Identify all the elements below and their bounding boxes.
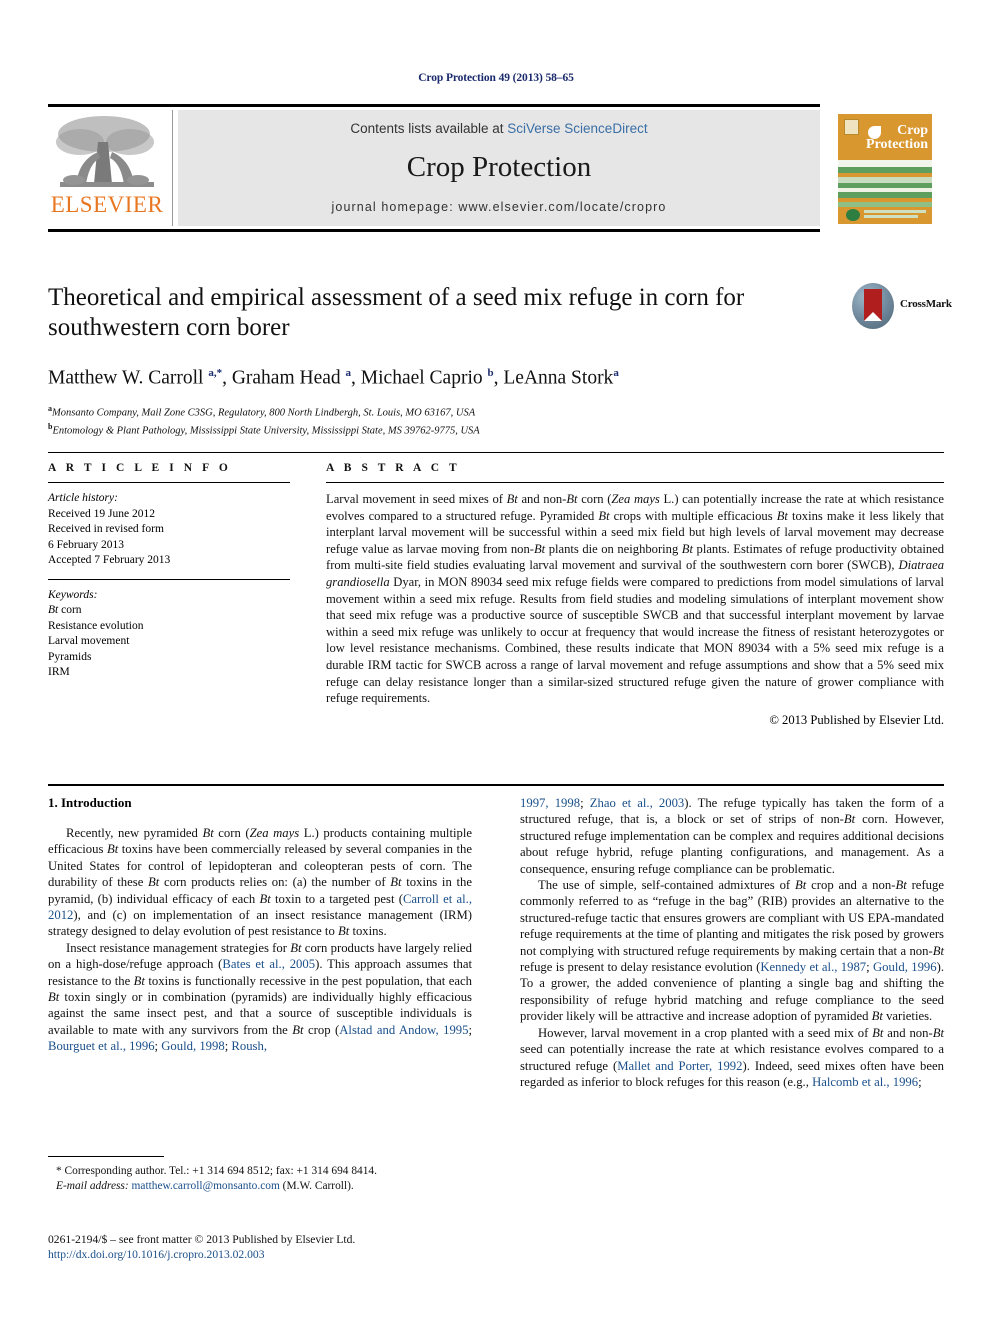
cover-footer-line [864, 210, 926, 213]
journal-title: Crop Protection [406, 151, 592, 183]
footnote-rule [48, 1156, 164, 1157]
masthead-band: Contents lists available at SciVerse Sci… [178, 110, 820, 226]
article-info-column: A R T I C L E I N F O Article history: R… [48, 462, 290, 681]
elsevier-wordmark: ELSEVIER [50, 192, 164, 217]
cover-title: Crop Protection [866, 123, 928, 152]
paragraph: 1997, 1998; Zhao et al., 2003). The refu… [520, 796, 945, 876]
journal-cover-thumbnail[interactable]: Crop Protection [830, 108, 940, 229]
abstract-body: Larval movement in seed mixes of Bt and … [326, 492, 945, 706]
footnote-block: * Corresponding author. Tel.: +1 314 694… [48, 1156, 472, 1194]
affiliation-item: bEntomology & Plant Pathology, Mississip… [48, 420, 944, 438]
affiliation-text: Monsanto Company, Mail Zone C3SG, Regula… [52, 407, 476, 418]
email-note[interactable]: E-mail address: matthew.carroll@monsanto… [48, 1179, 472, 1194]
keyword-item: Pyramids [48, 650, 92, 663]
crossmark-label: CrossMark [900, 298, 952, 310]
abstract-rule [326, 482, 944, 483]
keyword-item: Resistance evolution [48, 619, 144, 632]
keyword-item: IRM [48, 666, 70, 678]
abstract-heading: A B S T R A C T [326, 462, 461, 474]
keywords-rule [48, 578, 290, 580]
running-head: Crop Protection 49 (2013) 58–65 [418, 72, 574, 84]
crossmark-badge[interactable]: CrossMark [852, 283, 952, 329]
crossmark-book-icon [864, 289, 882, 321]
crossmark-disc-icon [852, 283, 894, 329]
sciencedirect-link[interactable]: SciVerse ScienceDirect [507, 121, 647, 136]
paragraph: Recently, new pyramided Bt corn (Zea may… [48, 826, 473, 939]
masthead-divider [172, 110, 173, 226]
keyword-item: Bt corn [48, 604, 82, 616]
imprint-block: 0261-2194/$ – see front matter © 2013 Pu… [48, 1232, 548, 1262]
cover-stripe [838, 202, 932, 207]
corresponding-author-note: * Corresponding author. Tel.: +1 314 694… [56, 1165, 377, 1177]
journal-homepage-link[interactable]: journal homepage: www.elsevier.com/locat… [178, 200, 820, 214]
journal-masthead: ELSEVIER Contents lists available at Sci… [48, 104, 944, 232]
abstract-copyright: © 2013 Published by Elsevier Ltd. [769, 712, 944, 727]
paragraph: The use of simple, self-contained admixt… [520, 878, 944, 1024]
doi-link[interactable]: http://dx.doi.org/10.1016/j.cropro.2013.… [48, 1247, 548, 1262]
article-history-label: Article history: [48, 492, 118, 504]
article-history-item: Received 19 June 2012 [48, 507, 155, 520]
article-info-rule [48, 482, 290, 483]
elsevier-tree-icon [54, 112, 160, 194]
author-list: Matthew W. Carroll a,*, Graham Head a, M… [48, 367, 619, 389]
affiliation-text: Entomology & Plant Pathology, Mississipp… [52, 425, 480, 436]
body-column-left: 1. Introduction Recently, new pyramided … [48, 795, 472, 1055]
paragraph: Insect resistance management strategies … [48, 940, 473, 1054]
affiliation-list: aMonsanto Company, Mail Zone C3SG, Regul… [48, 402, 944, 438]
title-block: Theoretical and empirical assessment of … [48, 283, 952, 438]
affiliation-item: aMonsanto Company, Mail Zone C3SG, Regul… [48, 402, 944, 420]
article-history-item: Received in revised form [48, 523, 164, 535]
front-matter-line: 0261-2194/$ – see front matter © 2013 Pu… [48, 1233, 356, 1246]
cover-footer-line [864, 215, 918, 218]
article-info-heading: A R T I C L E I N F O [48, 462, 232, 474]
keyword-item: Larval movement [48, 635, 130, 647]
section-top-rule [48, 452, 944, 453]
article-history-item: Accepted 7 February 2013 [48, 554, 171, 566]
elsevier-logo: ELSEVIER [48, 110, 166, 226]
keywords-label: Keywords: [48, 588, 98, 601]
cover-stripe [838, 160, 932, 167]
masthead-top-rule [48, 104, 820, 107]
contents-available-line: Contents lists available at SciVerse Sci… [178, 121, 820, 136]
page-title: Theoretical and empirical assessment of … [48, 284, 745, 341]
masthead-bottom-rule [48, 229, 820, 232]
article-page: Crop Protection 49 (2013) 58–65 ELSEVIER… [0, 0, 992, 1323]
article-history-item: 6 February 2013 [48, 538, 125, 551]
body-column-right: 1997, 1998; Zhao et al., 2003). The refu… [520, 795, 944, 1090]
abstract-column: A B S T R A C T Larval movement in seed … [326, 462, 944, 728]
cover-artwork: Crop Protection [838, 114, 932, 224]
section-heading-introduction: 1. Introduction [48, 795, 132, 810]
contents-prefix: Contents lists available at [350, 121, 508, 136]
paragraph: However, larval movement in a crop plant… [520, 1025, 944, 1089]
section-bottom-rule [48, 784, 944, 786]
cover-globe-icon [846, 209, 860, 221]
